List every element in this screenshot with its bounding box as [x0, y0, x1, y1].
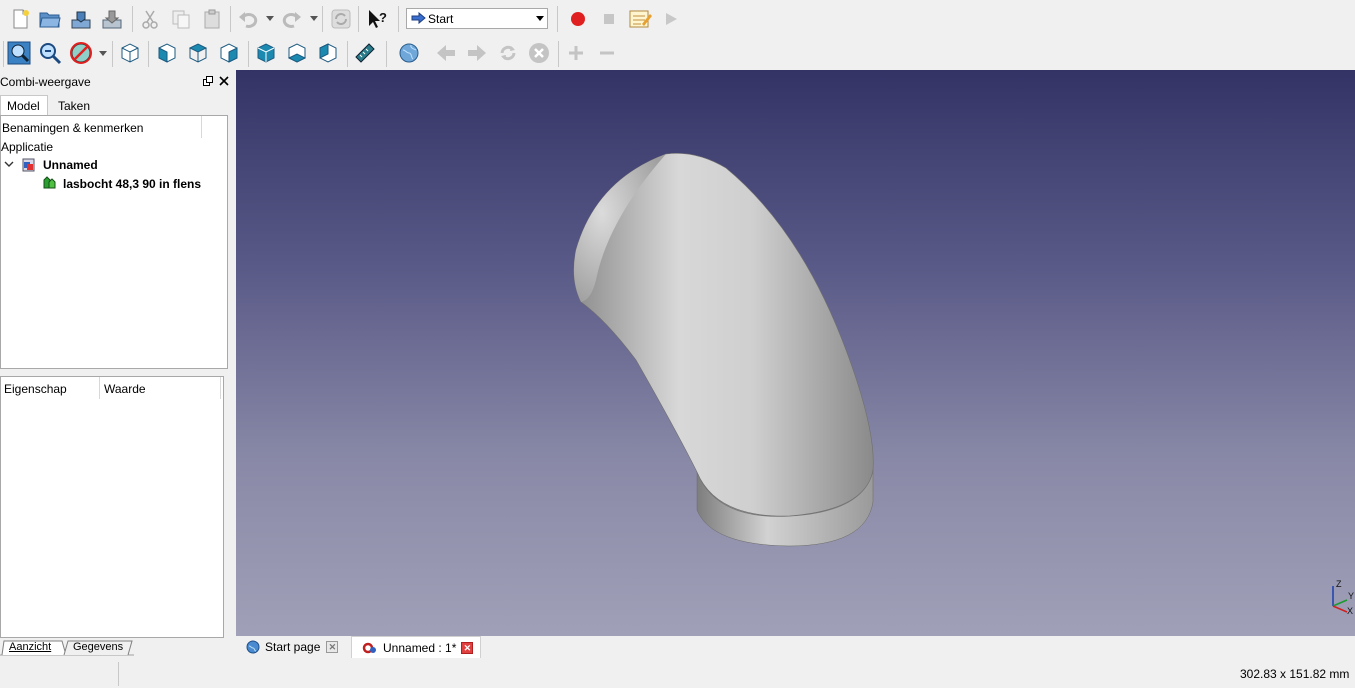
status-bar: 302.83 x 151.82 mm	[0, 660, 1355, 688]
web-refresh-icon[interactable]	[496, 41, 520, 65]
workbench-selector[interactable]: Start	[406, 8, 548, 29]
tree-header-label: Benamingen & kenmerken	[2, 121, 144, 135]
tree-item-lasbocht[interactable]: lasbocht 48,3 90 in flens	[63, 177, 201, 191]
separator	[557, 6, 558, 32]
close-tab-icon[interactable]: ✕	[326, 641, 339, 653]
globe-icon	[246, 640, 260, 654]
separator	[347, 41, 348, 67]
cut-icon[interactable]	[138, 7, 162, 31]
redo-icon[interactable]	[280, 7, 304, 31]
paste-icon[interactable]	[200, 7, 224, 31]
fit-selection-icon[interactable]	[38, 41, 62, 65]
separator	[118, 662, 119, 686]
undo-dropdown-icon[interactable]	[266, 15, 274, 23]
redo-dropdown-icon[interactable]	[310, 15, 318, 23]
main-toolbar: ? Start	[0, 0, 1355, 38]
view-toolbar	[0, 37, 1355, 70]
arrow-right-icon	[411, 12, 426, 25]
pipe-elbow-model[interactable]	[236, 70, 1355, 636]
separator	[386, 41, 387, 67]
view-top-icon[interactable]	[186, 41, 210, 65]
feature-icon	[43, 176, 56, 189]
whats-this-icon[interactable]: ?	[365, 7, 389, 31]
copy-icon[interactable]	[169, 7, 193, 31]
undo-icon[interactable]	[236, 7, 260, 31]
tab-start-page[interactable]: Start page ✕	[246, 636, 350, 658]
zoom-out-icon[interactable]	[595, 41, 619, 65]
tab-start-page-label: Start page	[265, 640, 321, 654]
svg-text:?: ?	[379, 10, 387, 25]
document-tabs: Start page ✕ Unnamed : 1* ✕	[236, 636, 1355, 660]
value-column-header: Waarde	[100, 377, 221, 399]
tab-unnamed[interactable]: Unnamed : 1* ✕	[351, 636, 481, 658]
view-left-icon[interactable]	[316, 41, 340, 65]
close-icon[interactable]	[219, 76, 229, 86]
combi-panel-title: Combi-weergave	[0, 75, 91, 89]
stop-macro-icon[interactable]	[597, 7, 621, 31]
axis-y-label: Y	[1348, 591, 1355, 601]
model-tree: Benamingen & kenmerken Applicatie Unname…	[0, 115, 228, 369]
view-rear-icon[interactable]	[254, 41, 278, 65]
property-tabs: Aanzicht Gegevens	[0, 639, 230, 657]
tab-gegevens[interactable]: Gegevens	[73, 641, 123, 653]
tab-taken[interactable]: Taken	[50, 96, 98, 116]
separator	[112, 41, 113, 67]
web-stop-icon[interactable]	[527, 41, 551, 65]
open-folder-icon[interactable]	[38, 7, 62, 31]
draw-style-icon[interactable]	[69, 41, 93, 65]
web-home-icon[interactable]	[397, 41, 421, 65]
separator	[3, 41, 4, 67]
save-as-icon[interactable]	[100, 7, 124, 31]
draw-style-dropdown-icon[interactable]	[99, 50, 107, 58]
view-right-icon[interactable]	[217, 41, 241, 65]
property-view: Eigenschap Waarde	[0, 376, 224, 638]
chevron-down-icon[interactable]	[4, 161, 14, 169]
tab-model[interactable]: Model	[0, 95, 48, 115]
web-back-icon[interactable]	[434, 41, 458, 65]
separator	[358, 6, 359, 32]
close-tab-icon[interactable]: ✕	[461, 641, 474, 654]
tab-aanzicht[interactable]: Aanzicht	[9, 641, 51, 653]
tab-model-label: Model	[7, 98, 40, 113]
separator	[558, 41, 559, 67]
tab-taken-label: Taken	[58, 99, 91, 113]
web-forward-icon[interactable]	[465, 41, 489, 65]
dimensions-readout: 302.83 x 151.82 mm	[1240, 667, 1350, 681]
workbench-label: Start	[428, 11, 454, 26]
combi-panel-header: Combi-weergave	[0, 73, 234, 90]
document-icon	[22, 158, 35, 172]
tree-root-applicatie[interactable]: Applicatie	[1, 140, 53, 154]
axis-z-label: Z	[1336, 579, 1342, 589]
property-column-label: Eigenschap	[4, 382, 67, 396]
execute-macro-icon[interactable]	[659, 7, 683, 31]
separator	[398, 6, 399, 32]
chevron-down-icon	[536, 16, 544, 21]
record-macro-icon[interactable]	[566, 7, 590, 31]
tab-unnamed-label: Unnamed : 1*	[383, 640, 457, 655]
value-column-label: Waarde	[104, 382, 146, 396]
separator	[148, 41, 149, 67]
measure-distance-icon[interactable]	[353, 41, 377, 65]
separator	[322, 6, 323, 32]
save-icon[interactable]	[69, 7, 93, 31]
view-isometric-icon[interactable]	[118, 41, 142, 65]
fit-all-icon[interactable]	[7, 41, 31, 65]
tree-header: Benamingen & kenmerken	[1, 116, 202, 138]
separator	[248, 41, 249, 67]
document-gear-icon	[362, 642, 376, 653]
tree-item-unnamed[interactable]: Unnamed	[43, 158, 98, 172]
new-document-icon[interactable]	[8, 7, 32, 31]
3d-viewport[interactable]: Z Y X	[236, 70, 1355, 636]
separator	[230, 6, 231, 32]
undock-icon[interactable]	[203, 76, 213, 86]
property-column-header: Eigenschap	[1, 377, 100, 399]
edit-macro-icon[interactable]	[628, 7, 652, 31]
separator	[132, 6, 133, 32]
zoom-in-icon[interactable]	[564, 41, 588, 65]
refresh-icon[interactable]	[329, 7, 353, 31]
view-bottom-icon[interactable]	[285, 41, 309, 65]
view-front-icon[interactable]	[155, 41, 179, 65]
axis-x-label: X	[1347, 606, 1354, 616]
